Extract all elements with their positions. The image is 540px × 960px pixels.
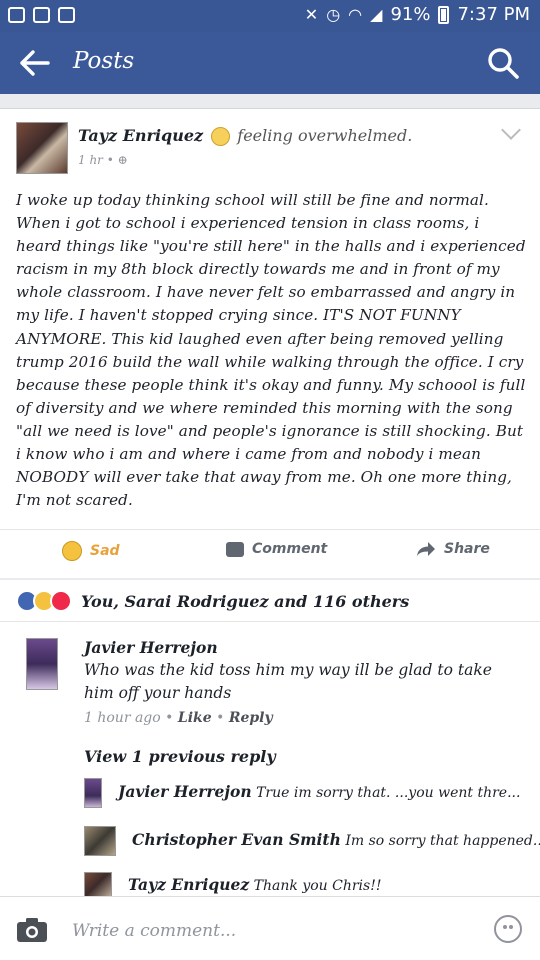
mute-icon: ✕	[304, 4, 319, 24]
alarm-icon: ◷	[326, 4, 341, 24]
globe-icon: ⊕	[117, 153, 128, 167]
camera-notif-icon	[8, 7, 25, 23]
back-arrow-icon[interactable]	[18, 47, 52, 79]
comment-author[interactable]: Javier Herrejon	[84, 636, 504, 659]
comment: Javier Herrejon Who was the kid toss him…	[84, 636, 504, 705]
comment-icon	[226, 541, 244, 557]
battery-percent: 91%	[390, 4, 431, 25]
post-card: Tayz Enriquez feeling overwhelmed. 1 hr …	[0, 108, 540, 578]
comment-like-link[interactable]: Like	[178, 710, 212, 726]
dot-separator: •	[216, 710, 229, 726]
love-reaction-icon	[50, 590, 72, 612]
download-icon	[58, 7, 75, 23]
emoji-picker-icon[interactable]	[494, 915, 522, 943]
reply-item[interactable]: Christopher Evan Smith Im so sorry that …	[84, 826, 540, 856]
reactions-summary[interactable]: You, Sarai Rodriguez and 116 others	[16, 590, 409, 612]
reply-text: Thank you Chris!!	[253, 878, 382, 894]
post-meta: 1 hr • ⊕	[78, 153, 128, 167]
app-header: Posts	[0, 32, 540, 94]
notification-icons	[8, 7, 75, 23]
page-title: Posts	[73, 48, 135, 74]
commenter-avatar[interactable]	[26, 638, 58, 690]
comments-section: You, Sarai Rodriguez and 116 others Javi…	[0, 580, 540, 900]
author-name[interactable]: Tayz Enriquez	[78, 126, 203, 145]
reply-avatar	[84, 778, 102, 808]
battery-icon	[438, 5, 450, 24]
post-text: I woke up today thinking school will sti…	[16, 191, 526, 510]
chevron-down-icon[interactable]	[501, 120, 521, 140]
reply-avatar	[84, 826, 116, 856]
comment-button[interactable]: Comment	[226, 541, 327, 557]
wifi-icon: ◠	[348, 4, 363, 24]
reactions-text: You, Sarai Rodriguez and 116 others	[81, 591, 410, 611]
dot-separator: •	[106, 153, 118, 167]
voicemail-icon	[33, 7, 50, 23]
view-previous-replies[interactable]: View 1 previous reply	[84, 747, 276, 766]
reaction-button[interactable]: Sad	[62, 541, 120, 561]
sad-reaction-icon	[62, 541, 82, 561]
signal-icon: ◢	[370, 4, 383, 24]
comment-text: Who was the kid toss him my way ill be g…	[84, 661, 492, 702]
status-bar: ✕ ◷ ◠ ◢ 91% 7:37 PM	[0, 0, 540, 32]
post-header: Tayz Enriquez feeling overwhelmed.	[78, 126, 412, 146]
comment-composer	[0, 896, 540, 960]
reply-text: True im sorry that. ...you went thre...	[256, 785, 521, 801]
author-avatar[interactable]	[16, 122, 68, 174]
divider	[0, 621, 540, 622]
reaction-label: Sad	[90, 543, 120, 559]
camera-icon[interactable]	[16, 917, 48, 943]
reply-author: Tayz Enriquez	[128, 875, 250, 894]
search-icon[interactable]	[486, 46, 520, 80]
overwhelmed-emoji-icon	[210, 127, 230, 146]
dot-separator: •	[165, 710, 178, 726]
reply-author: Javier Herrejon	[118, 782, 252, 801]
reply-text: Im so sorry that happened...	[345, 833, 540, 849]
share-icon	[417, 542, 435, 556]
comment-input[interactable]	[72, 917, 452, 945]
system-icons: ✕ ◷ ◠ ◢ 91% 7:37 PM	[305, 4, 530, 25]
comment-meta: 1 hour ago • Like • Reply	[84, 710, 273, 726]
post-actions: Sad Comment Share	[0, 529, 540, 571]
reply-author: Christopher Evan Smith	[132, 830, 341, 849]
reply-item[interactable]: Javier Herrejon True im sorry that. ...y…	[84, 778, 520, 808]
comment-reply-link[interactable]: Reply	[229, 710, 273, 726]
post-time[interactable]: 1 hr	[78, 153, 103, 167]
comment-label: Comment	[252, 541, 328, 557]
share-button[interactable]: Share	[416, 541, 490, 557]
feeling-text: feeling overwhelmed.	[237, 126, 413, 145]
share-label: Share	[444, 541, 490, 557]
clock: 7:37 PM	[457, 4, 530, 25]
comment-time: 1 hour ago	[84, 710, 161, 726]
